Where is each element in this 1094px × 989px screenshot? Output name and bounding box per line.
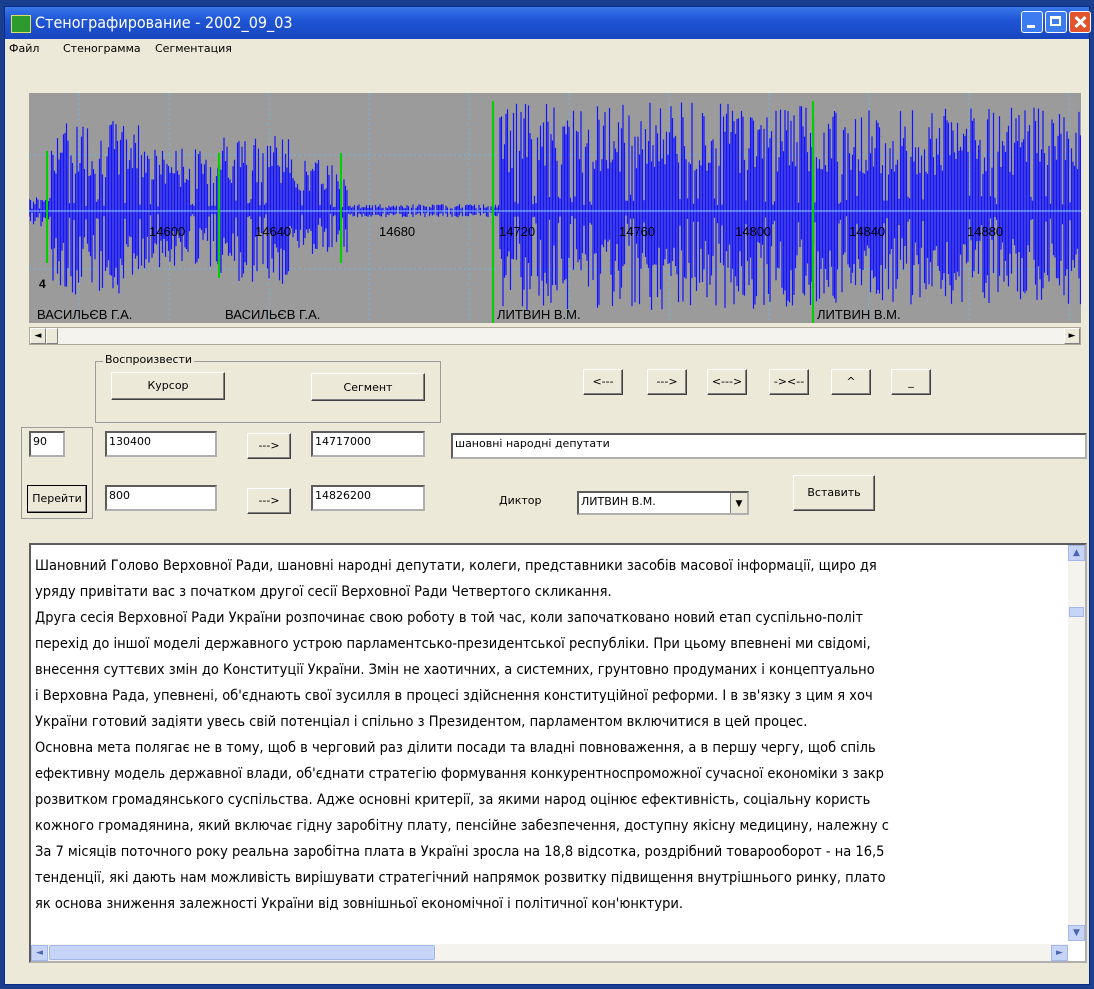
play-cursor-button[interactable]: Курсор (111, 372, 225, 400)
transcript-line: Друга сесія Верховної Ради України розпо… (35, 610, 863, 626)
time-label: 14760 (619, 224, 655, 239)
transcript-line: як основа зниження залежності України ві… (35, 896, 683, 912)
scroll-thumb[interactable] (46, 328, 58, 344)
transcript-line: тенденції, які дають нам можливість вирі… (35, 870, 886, 886)
scroll-down-icon[interactable]: ▼ (1068, 925, 1085, 941)
apply-start-button[interactable]: ---> (247, 433, 291, 459)
speaker-segment-label: ЛИТВИН В.М. (817, 307, 901, 322)
speaker-segment-label: ЛИТВИН В.М. (497, 307, 581, 322)
speaker-segment-label: ВАСИЛЬЄВ Г.А. (225, 307, 320, 322)
transcript-line: За 7 місяців поточного року реальна заро… (35, 844, 885, 860)
transcript-line: ефективну модель державної влади, об'єдн… (35, 766, 884, 782)
nav-down-button[interactable]: _ (891, 369, 931, 395)
transcript-line: України готовий задіяти увесь свій потен… (35, 714, 808, 730)
segment-number: 4 (39, 277, 46, 291)
scroll-up-icon[interactable]: ▲ (1068, 545, 1085, 561)
menu-file[interactable]: Файл (9, 42, 39, 55)
transcript-line: розвитком громадянського суспільства. Ад… (35, 792, 871, 808)
nav-shrink-button[interactable]: -><-- (769, 369, 809, 395)
nav-left-button[interactable]: <--- (583, 369, 623, 395)
transcript-editor[interactable]: Шановний Голово Верховної Ради, шановні … (29, 543, 1087, 963)
transcript-line: Шановний Голово Верховної Ради, шановні … (35, 558, 877, 574)
speaker-label: Диктор (499, 494, 542, 507)
transcript-hscrollbar[interactable]: ◄ ► (31, 944, 1068, 961)
time-label: 14640 (255, 224, 291, 239)
app-window: Стенографирование - 2002_09_03 Файл Стен… (4, 6, 1091, 985)
time-label: 14800 (735, 224, 771, 239)
nav-right-button[interactable]: ---> (647, 369, 687, 395)
scroll-right-icon[interactable]: ► (1064, 328, 1080, 344)
waveform-graph: 14600 14640 14680 14720 14760 14800 14840 14880… (29, 93, 1081, 323)
minimize-button[interactable] (1021, 11, 1043, 33)
nav-expand-button[interactable]: <---> (707, 369, 747, 395)
window-title: Стенографирование - 2002_09_03 (35, 13, 293, 32)
transcript-vscroll-thumb[interactable] (1069, 607, 1084, 617)
close-button[interactable] (1069, 11, 1091, 33)
time-label: 14840 (849, 224, 885, 239)
menu-bar: Файл Стенограмма Сегментация (5, 39, 1089, 59)
time-label: 14720 (499, 224, 535, 239)
field-end-time[interactable]: 14826200 (311, 485, 425, 511)
transcript-line: кожного громадянина, який включає гідну … (35, 818, 889, 834)
insert-button[interactable]: Вставить (793, 475, 875, 511)
transcript-line: внесення суттєвих змін до Конституції Ук… (35, 662, 875, 678)
waveform-path (29, 102, 1081, 310)
play-segment-button[interactable]: Сегмент (311, 373, 425, 401)
segment-text-field[interactable]: шановні народні депутати (451, 433, 1087, 459)
time-label: 14600 (149, 224, 185, 239)
scroll-left-icon[interactable]: ◄ (30, 328, 46, 344)
field-length[interactable]: 800 (105, 485, 217, 511)
scroll-left-icon[interactable]: ◄ (31, 945, 48, 961)
goto-button[interactable]: Перейти (27, 485, 87, 513)
maximize-button[interactable] (1045, 11, 1067, 33)
transcript-line: уряду привітати вас з початком другої се… (35, 584, 612, 600)
transcript-line: перехід до іншої моделі державного устро… (35, 636, 871, 652)
speaker-select-value: ЛИТВИН В.М. (581, 495, 656, 508)
field-start-time[interactable]: 14717000 (311, 431, 425, 457)
time-label: 14680 (379, 224, 415, 239)
menu-transcript[interactable]: Стенограмма (63, 42, 141, 55)
transcript-line: і Верховна Рада, упевнені, об'єднають св… (35, 688, 873, 704)
speaker-segment-label: ВАСИЛЬЄВ Г.А. (37, 307, 132, 322)
speaker-select[interactable]: ЛИТВИН В.М. ▼ (577, 491, 749, 515)
menu-segmentation[interactable]: Сегментация (155, 42, 232, 55)
chevron-down-icon[interactable]: ▼ (730, 493, 747, 513)
playback-group-label: Воспроизвести (103, 353, 195, 366)
transcript-text[interactable]: Шановний Голово Верховної Ради, шановні … (35, 553, 1065, 917)
field-start-offset[interactable]: 130400 (105, 431, 217, 457)
app-icon (11, 15, 31, 33)
scroll-right-icon[interactable]: ► (1051, 945, 1068, 961)
apply-end-button[interactable]: ---> (247, 488, 291, 514)
transcript-hscroll-thumb[interactable] (49, 945, 435, 960)
waveform-signal (29, 102, 1081, 310)
title-bar[interactable]: Стенографирование - 2002_09_03 (5, 7, 1091, 39)
nav-up-button[interactable]: ^ (831, 369, 871, 395)
transcript-vscrollbar[interactable]: ▲ ▼ (1068, 545, 1085, 941)
waveform-view[interactable]: 14600 14640 14680 14720 14760 14800 14840 14880… (29, 93, 1081, 323)
waveform-scrollbar[interactable]: ◄ ► (29, 327, 1081, 345)
transcript-line: Основна мета полягає не в тому, щоб в че… (35, 740, 876, 756)
time-label: 14880 (967, 224, 1003, 239)
